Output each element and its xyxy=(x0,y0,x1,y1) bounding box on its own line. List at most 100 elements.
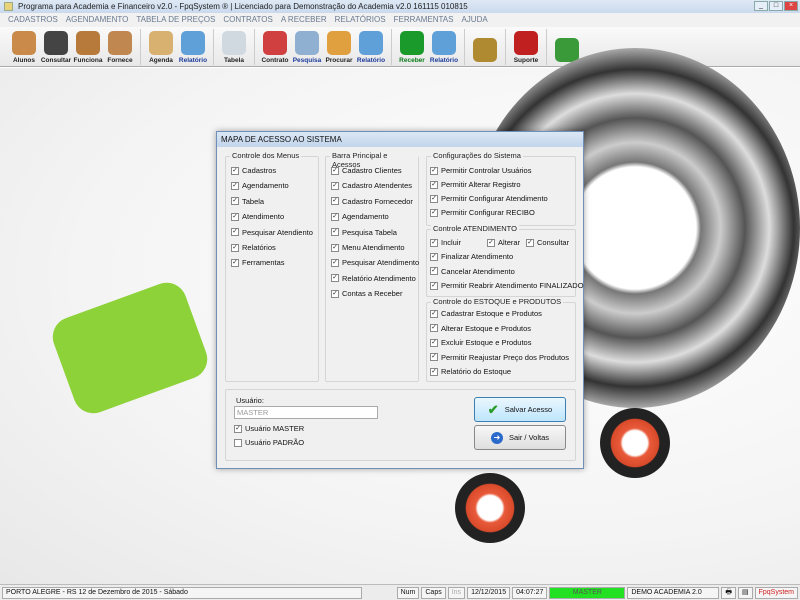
group-title: Controle ATENDIMENTO xyxy=(431,224,519,233)
toolbar-button-alunos[interactable]: Alunos xyxy=(8,27,40,67)
menu-relat-rios[interactable]: RELATÓRIOS xyxy=(331,13,390,27)
toolbar-label: Funciona xyxy=(73,57,103,64)
checkbox-icon: ✓ xyxy=(331,197,339,206)
toolbar-button-fornece[interactable]: Fornece xyxy=(104,27,136,67)
menu-ajuda[interactable]: AJUDA xyxy=(457,13,491,27)
menu-a-receber[interactable]: A RECEBER xyxy=(277,13,331,27)
checkbox-icon: ✓ xyxy=(430,208,438,217)
menu-access-checkbox[interactable]: ✓ Ferramentas xyxy=(231,258,285,267)
bar-access-checkbox[interactable]: ✓ Cadastro Clientes xyxy=(331,166,402,175)
attendance-checkbox[interactable]: ✓ Consultar xyxy=(526,238,569,247)
menu-ferramentas[interactable]: FERRAMENTAS xyxy=(390,13,458,27)
attendance-checkbox[interactable]: ✓ Alterar xyxy=(487,238,520,247)
toolbar-button-suporte[interactable]: Suporte xyxy=(510,27,542,67)
stock-checkbox[interactable]: ✓ Cadastrar Estoque e Produtos xyxy=(430,309,542,318)
menu-access-checkbox[interactable]: ✓ Agendamento xyxy=(231,181,289,190)
maximize-button[interactable]: □ xyxy=(769,1,783,11)
printer-icon[interactable]: 🖶 xyxy=(721,586,736,599)
bar-access-checkbox[interactable]: ✓ Agendamento xyxy=(331,212,389,221)
menu-contratos[interactable]: CONTRATOS xyxy=(219,13,276,27)
attendance-checkbox[interactable]: ✓ Finalizar Atendimento xyxy=(430,252,513,261)
calculator-icon[interactable]: ▤ xyxy=(737,586,753,599)
toolbar-button-consultar[interactable]: Consultar xyxy=(40,27,72,67)
save-access-button[interactable]: ✔ Salvar Acesso xyxy=(474,397,566,422)
default-user-checkbox[interactable]: Usuário PADRÃO xyxy=(234,438,304,447)
attendance-checkbox[interactable]: ✓ Incluir xyxy=(430,238,461,247)
exit-button[interactable]: ➜ Sair / Voltas xyxy=(474,425,566,450)
checkbox-icon: ✓ xyxy=(430,281,438,290)
stock-checkbox[interactable]: ✓ Alterar Estoque e Produtos xyxy=(430,324,531,333)
master-user-checkbox[interactable]: ✓ Usuário MASTER xyxy=(234,424,304,433)
bar-access-checkbox[interactable]: ✓ Relatório Atendimento xyxy=(331,274,416,283)
checkbox-icon: ✓ xyxy=(331,258,339,267)
attendance-checkbox[interactable]: ✓ Permitir Reabrir Atendimento FINALIZADO xyxy=(430,281,584,290)
config-checkbox[interactable]: ✓ Permitir Controlar Usuários xyxy=(430,166,531,175)
menu-access-checkbox[interactable]: ✓ Pesquisar Atendiento xyxy=(231,228,313,237)
toolbar-label: Agenda xyxy=(149,57,173,64)
toolbar-button-contrato[interactable]: Contrato xyxy=(259,27,291,67)
title-bar: Programa para Academia e Financeiro v2.0… xyxy=(0,0,800,13)
attendance-checkbox[interactable]: ✓ Cancelar Atendimento xyxy=(430,267,515,276)
menu-access-checkbox[interactable]: ✓ Cadastros xyxy=(231,166,276,175)
checkbox-label: Cancelar Atendimento xyxy=(441,266,515,276)
menu-access-checkbox[interactable]: ✓ Tabela xyxy=(231,197,264,206)
checkbox-icon: ✓ xyxy=(331,212,339,221)
user-input[interactable]: MASTER xyxy=(234,406,378,419)
config-checkbox[interactable]: ✓ Permitir Configurar RECIBO xyxy=(430,208,535,217)
bar-access-checkbox[interactable]: ✓ Menu Atendimento xyxy=(331,243,405,252)
checkbox-icon: ✓ xyxy=(487,238,495,247)
toolbar-button-tabela[interactable]: Tabela xyxy=(218,27,250,67)
checkbox-label: Ferramentas xyxy=(242,258,285,268)
checkbox-icon: ✓ xyxy=(231,243,239,252)
menu-cadastros[interactable]: CADASTROS xyxy=(4,13,62,27)
toolbar-button-pesquisa[interactable]: Pesquisa xyxy=(291,27,323,67)
checkbox-label: Relatório do Estoque xyxy=(441,367,512,376)
bar-access-checkbox[interactable]: ✓ Cadastro Fornecedor xyxy=(331,197,413,206)
checkbox-label: Cadastro Clientes xyxy=(342,166,402,175)
stock-checkbox[interactable]: ✓ Permitir Reajustar Preço dos Produtos xyxy=(430,353,569,362)
status-company: DEMO ACADEMIA 2.0 xyxy=(627,586,720,599)
stock-checkbox[interactable]: ✓ Excluir Estoque e Produtos xyxy=(430,338,531,347)
checkbox-icon: ✓ xyxy=(430,166,438,175)
checkbox-label: Menu Atendimento xyxy=(342,243,405,252)
menu-access-checkbox[interactable]: ✓ Atendimento xyxy=(231,212,284,221)
bar-access-checkbox[interactable]: ✓ Contas a Receber xyxy=(331,289,402,298)
toolbar-button-relatório[interactable]: Relatório xyxy=(355,27,387,67)
checkbox-label: Agendamento xyxy=(342,212,389,222)
dialog-title: MAPA DE ACESSO AO SISTEMA xyxy=(217,132,583,147)
arrow-right-icon: ➜ xyxy=(490,431,503,444)
checkbox-label: Usuário PADRÃO xyxy=(245,438,305,447)
toolbar-button-agenda[interactable]: Agenda xyxy=(145,27,177,67)
checkbox-icon: ✓ xyxy=(231,181,239,190)
checkbox-icon: ✓ xyxy=(430,238,438,247)
toolbar-button-relatório[interactable]: Relatório xyxy=(177,27,209,67)
menu-agendamento[interactable]: AGENDAMENTO xyxy=(62,13,133,27)
checkbox-icon: ✓ xyxy=(430,252,438,261)
config-checkbox[interactable]: ✓ Permitir Configurar Atendimento xyxy=(430,194,548,203)
checkbox-icon: ✓ xyxy=(231,166,239,175)
menu-tabela-de-pre-os[interactable]: TABELA DE PREÇOS xyxy=(132,13,219,27)
toolbar-button-receber[interactable]: Receber xyxy=(396,27,428,67)
minimize-button[interactable]: _ xyxy=(754,1,768,11)
bar-access-checkbox[interactable]: ✓ Pesquisa Tabela xyxy=(331,228,397,237)
toolbar-button-coin[interactable] xyxy=(469,27,501,67)
bar-access-checkbox[interactable]: ✓ Pesquisar Atendimento xyxy=(331,258,419,267)
checkbox-label: Alterar Estoque e Produtos xyxy=(441,323,532,333)
checkbox-icon: ✓ xyxy=(430,309,438,318)
close-button[interactable]: × xyxy=(784,1,798,11)
menu-access-checkbox[interactable]: ✓ Relatórios xyxy=(231,243,276,252)
calendar-clock-icon xyxy=(149,31,173,55)
stock-checkbox[interactable]: ✓ Relatório do Estoque xyxy=(430,367,511,376)
bar-access-checkbox[interactable]: ✓ Cadastro Atendentes xyxy=(331,181,412,190)
toolbar-button-funciona[interactable]: Funciona xyxy=(72,27,104,67)
status-ins: Ins xyxy=(447,586,466,599)
config-checkbox[interactable]: ✓ Permitir Alterar Registro xyxy=(430,180,521,189)
toolbar-label: Fornece xyxy=(107,57,133,64)
checkmark-icon: ✔ xyxy=(487,401,499,417)
group-title: Controle do ESTOQUE e PRODUTOS xyxy=(431,297,564,306)
checkbox-label: Permitir Reajustar Preço dos Produtos xyxy=(441,352,569,362)
toolbar-button-relatório[interactable]: Relatório xyxy=(428,27,460,67)
checkbox-label: Pesquisa Tabela xyxy=(342,227,397,237)
toolbar-label: Suporte xyxy=(513,57,539,64)
toolbar-button-procurar[interactable]: Procurar xyxy=(323,27,355,67)
